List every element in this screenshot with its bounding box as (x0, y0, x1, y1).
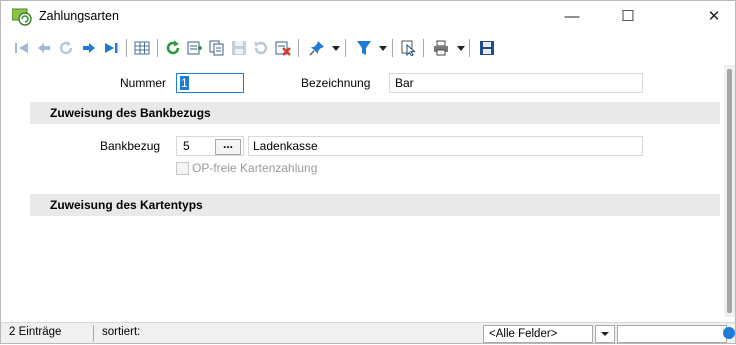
nummer-value: 1 (180, 76, 189, 90)
reload-icon[interactable] (163, 38, 183, 58)
delete-icon[interactable] (273, 38, 293, 58)
toolbar-separator (392, 39, 393, 57)
section-header-bankbezug: Zuweisung des Bankbezugs (30, 102, 720, 124)
toolbar-separator (469, 39, 470, 57)
browse-button[interactable]: ... (215, 138, 241, 155)
field-select-dropdown-button[interactable] (595, 325, 615, 343)
bankbezug-name-field: Ladenkasse (248, 136, 643, 156)
section-header-kartentyp: Zuweisung des Kartentyps (30, 194, 720, 216)
print-icon[interactable] (431, 38, 451, 58)
scrollbar-thumb[interactable] (727, 69, 732, 313)
form-area: Nummer 1 Bezeichnung Bar Zuweisung des B… (10, 65, 724, 317)
toolbar-separator (298, 39, 299, 57)
filter-dropdown-icon[interactable] (378, 38, 388, 58)
chevron-down-icon (601, 332, 609, 336)
toolbar-separator (345, 39, 346, 57)
close-button[interactable]: ✕ (691, 4, 736, 30)
previous-record-icon[interactable] (34, 38, 54, 58)
search-input[interactable] (617, 325, 727, 343)
bezeichnung-label: Bezeichnung (301, 76, 371, 90)
title-bar: Zahlungsarten — ☐ ✕ (1, 1, 735, 32)
pin-icon[interactable] (307, 38, 327, 58)
print-dropdown-icon[interactable] (456, 38, 466, 58)
toolbar (1, 35, 735, 61)
cursor-select-icon[interactable] (399, 38, 419, 58)
search-go-icon[interactable] (723, 327, 735, 339)
status-bar: 2 Einträge sortiert: <Alle Felder> (1, 322, 735, 343)
minimize-button[interactable]: — (549, 4, 595, 30)
toolbar-separator (423, 39, 424, 57)
next-record-icon[interactable] (79, 38, 99, 58)
copy-record-icon[interactable] (207, 38, 227, 58)
bankbezug-label: Bankbezug (100, 139, 161, 153)
vertical-scrollbar[interactable] (724, 65, 735, 317)
maximize-button[interactable]: ☐ (605, 4, 651, 30)
last-record-icon[interactable] (101, 38, 121, 58)
record-count: 2 Einträge (9, 326, 62, 338)
bezeichnung-field[interactable]: Bar (389, 73, 643, 93)
first-record-icon[interactable] (12, 38, 32, 58)
section-title: Zuweisung des Bankbezugs (50, 106, 211, 120)
app-icon (11, 8, 32, 26)
toolbar-separator (157, 39, 158, 57)
window: Zahlungsarten — ☐ ✕ Nummer 1 Bezeichnung… (0, 0, 736, 344)
table-view-icon[interactable] (132, 38, 152, 58)
refresh-disabled-icon[interactable] (56, 38, 76, 58)
field-select[interactable]: <Alle Felder> (483, 325, 593, 343)
nummer-field[interactable]: 1 (176, 73, 244, 93)
sort-label: sortiert: (102, 326, 141, 338)
pin-dropdown-icon[interactable] (331, 38, 341, 58)
window-title: Zahlungsarten (39, 9, 119, 23)
op-freie-checkbox[interactable] (176, 162, 189, 175)
undo-icon[interactable] (251, 38, 271, 58)
save-icon[interactable] (229, 38, 249, 58)
status-divider (93, 325, 94, 342)
toolbar-separator (126, 39, 127, 57)
new-record-icon[interactable] (185, 38, 205, 58)
nummer-label: Nummer (120, 76, 167, 90)
op-freie-label: OP-freie Kartenzahlung (192, 161, 318, 175)
save-layout-icon[interactable] (477, 38, 497, 58)
filter-icon[interactable] (354, 38, 374, 58)
section-title: Zuweisung des Kartentyps (50, 198, 203, 212)
